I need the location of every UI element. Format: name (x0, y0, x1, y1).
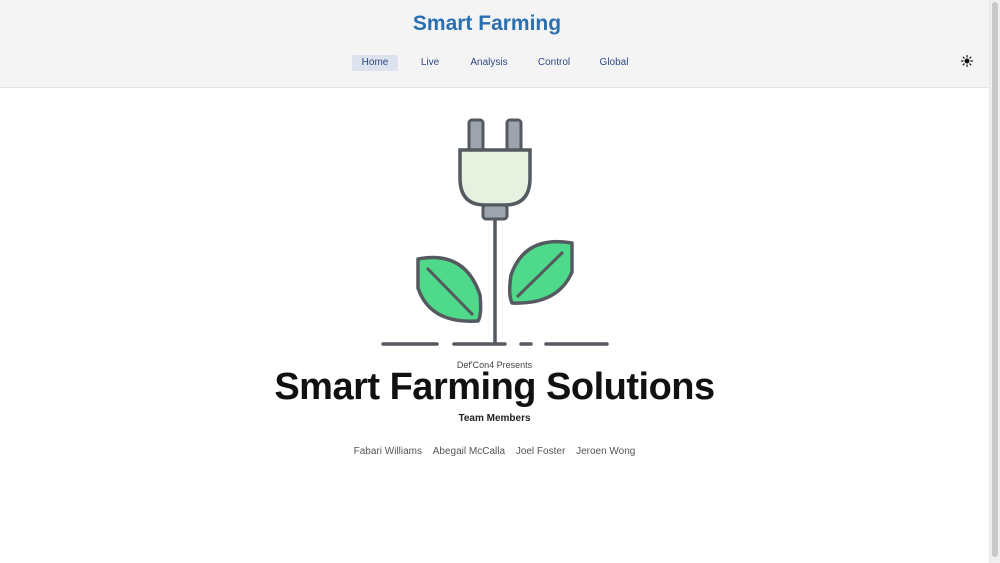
main-nav: Home Live Analysis Control Global (0, 55, 989, 71)
nav-global[interactable]: Global (596, 55, 632, 71)
team-heading: Team Members (458, 413, 531, 424)
nav-analysis[interactable]: Analysis (466, 55, 512, 71)
team-members-list: Fabari Williams Abegail McCalla Joel Fos… (0, 446, 989, 457)
page-title: Smart Farming Solutions (274, 366, 715, 408)
team-member: Jeroen Wong (576, 446, 636, 457)
team-member: Fabari Williams (353, 446, 422, 457)
nav-home[interactable]: Home (352, 55, 398, 71)
scroll-thumb[interactable] (992, 2, 998, 557)
team-member: Abegail McCalla (432, 446, 506, 457)
nav-control[interactable]: Control (534, 55, 574, 71)
plug-plant-icon (381, 118, 609, 346)
top-header: Smart Farming Home Live Analysis Control… (0, 0, 989, 88)
nav-live[interactable]: Live (416, 55, 444, 71)
team-member: Joel Foster (515, 446, 566, 457)
vertical-scrollbar[interactable] (989, 0, 1000, 563)
sun-icon[interactable] (960, 54, 974, 68)
app-title: Smart Farming (412, 12, 562, 35)
